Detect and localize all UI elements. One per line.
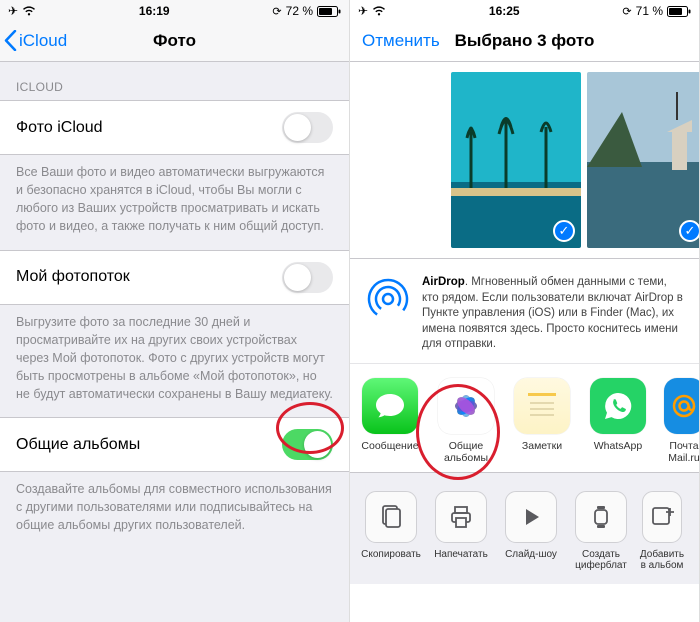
watch-icon [587,503,615,531]
share-notes[interactable]: Заметки [512,378,572,464]
switch-shared-albums[interactable] [282,429,333,460]
share-app-row: Сообщение Общие альбомы Заметки WhatsApp… [350,363,699,472]
thumbnail-selected[interactable]: ✓ [587,72,699,248]
status-bar: ✈︎ 16:25 ⟳ 71 % [350,0,699,20]
footer-icloud: Все Ваши фото и видео автоматически выгр… [0,155,349,250]
orientation-lock-icon: ⟳ [622,5,631,18]
wifi-icon [372,6,386,16]
print-icon [447,503,475,531]
notes-icon [522,386,562,426]
footer-photostream: Выгрузите фото за последние 30 дней и пр… [0,305,349,418]
action-copy[interactable]: Скопировать [362,491,420,572]
share-shared-albums[interactable]: Общие альбомы [436,378,496,464]
chevron-left-icon [4,30,17,51]
airdrop-icon [364,275,412,323]
section-header-icloud: ICLOUD [0,62,349,100]
action-row: Скопировать Напечатать Слайд-шоу Создать… [350,472,699,584]
row-icloud-photos[interactable]: Фото iCloud [0,100,349,155]
action-print[interactable]: Напечатать [432,491,490,572]
footer-shared: Создавайте альбомы для совместного испол… [0,472,349,548]
copy-icon [377,503,405,531]
wifi-icon [22,6,36,16]
switch-photostream[interactable] [282,262,333,293]
row-shared-albums[interactable]: Общие альбомы [0,417,349,472]
play-icon [517,503,545,531]
mailru-icon [669,391,699,421]
photos-icon [447,387,485,425]
photo-thumbnails: ✓ ✓ [350,62,699,258]
thumbnail-selected[interactable]: ✓ [451,72,581,248]
airplane-icon: ✈︎ [358,4,368,18]
row-label: Мой фотопоток [16,268,130,286]
check-icon: ✓ [553,220,575,242]
row-label: Общие альбомы [16,436,140,454]
share-whatsapp[interactable]: WhatsApp [588,378,648,464]
back-button[interactable]: iCloud [0,30,67,51]
battery-icon [317,6,341,17]
nav-bar: Отменить Выбрано 3 фото [350,20,699,62]
status-time: 16:25 [489,4,520,18]
check-icon: ✓ [679,220,699,242]
status-bar: ✈︎ 16:19 ⟳ 72 % [0,0,349,20]
whatsapp-icon [601,389,635,423]
orientation-lock-icon: ⟳ [272,5,281,18]
airplane-icon: ✈︎ [8,4,18,18]
status-time: 16:19 [139,4,170,18]
share-mailru[interactable]: Почта Mail.ru [664,378,699,464]
row-photostream[interactable]: Мой фотопоток [0,250,349,305]
action-slideshow[interactable]: Слайд-шоу [502,491,560,572]
settings-panel: ✈︎ 16:19 ⟳ 72 % iCloud Фото ICLOUD Фото … [0,0,350,622]
action-add-album[interactable]: Добавить в альбом [642,491,682,572]
nav-bar: iCloud Фото [0,20,349,62]
battery-icon [667,6,691,17]
airdrop-description: AirDrop. Мгновенный обмен данными с теми… [422,275,685,353]
thumbnail-offscreen[interactable] [350,72,445,248]
switch-icloud-photos[interactable] [282,112,333,143]
add-album-icon [648,503,676,531]
share-messages[interactable]: Сообщение [360,378,420,464]
cancel-button[interactable]: Отменить [350,31,440,51]
share-sheet-panel: ✈︎ 16:25 ⟳ 71 % Отменить Выбрано 3 фото … [350,0,700,622]
airdrop-section: AirDrop. Мгновенный обмен данными с теми… [350,258,699,363]
battery-percent: 72 % [286,4,313,18]
action-watchface[interactable]: Создать циферблат [572,491,630,572]
row-label: Фото iCloud [16,119,103,137]
battery-percent: 71 % [636,4,663,18]
messages-icon [373,389,407,423]
